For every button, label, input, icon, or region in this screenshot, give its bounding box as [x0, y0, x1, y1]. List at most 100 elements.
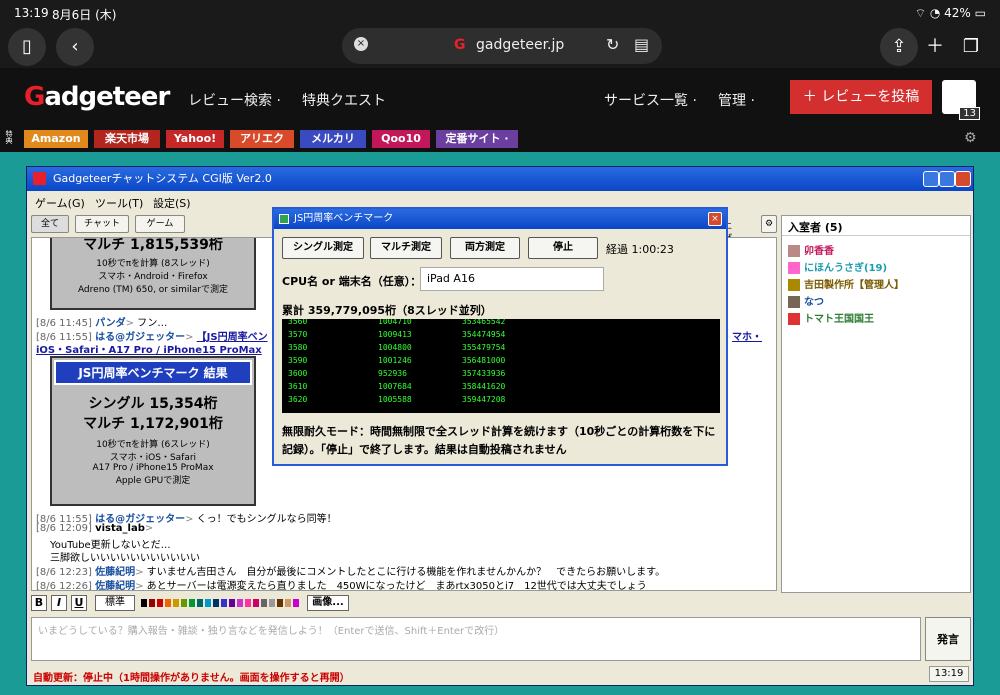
color-swatch[interactable] — [245, 599, 251, 607]
color-swatch[interactable] — [205, 599, 211, 607]
gear-icon[interactable]: ⚙ — [964, 130, 977, 146]
color-swatch[interactable] — [229, 599, 235, 607]
tabs-icon[interactable]: ❐ — [952, 28, 990, 66]
shop-standard[interactable]: 定番サイト · — [436, 130, 518, 148]
total-digits: 累計 359,779,095桁（8スレッド並列） — [282, 304, 492, 317]
post-review-button[interactable]: ＋ レビューを投稿 — [790, 80, 932, 114]
user-item[interactable]: トマト王国国王 — [788, 310, 874, 325]
color-swatch[interactable] — [173, 599, 179, 607]
notification-badge: 13 — [959, 107, 980, 120]
bold-button[interactable]: B — [31, 595, 47, 611]
color-swatch[interactable] — [253, 599, 259, 607]
site-logo[interactable]: Gadgeteer — [24, 82, 170, 112]
close-icon[interactable]: × — [708, 212, 722, 226]
font-size-select[interactable]: 標準 — [95, 595, 135, 611]
chat-message: [8/6 12:09] vista_lab> — [36, 523, 154, 534]
color-swatch[interactable] — [261, 599, 267, 607]
user-avatar-icon — [788, 296, 800, 308]
color-swatch[interactable] — [213, 599, 219, 607]
user-item[interactable]: なつ — [788, 293, 824, 308]
send-button[interactable]: 発言 — [925, 617, 971, 661]
share-icon[interactable]: ⇪ — [880, 28, 918, 66]
back-icon[interactable]: ‹ — [56, 28, 94, 66]
elapsed-time: 経過 1:00:23 — [606, 243, 674, 256]
stop-button[interactable]: 停止 — [528, 237, 598, 259]
color-swatch[interactable] — [165, 599, 171, 607]
benchmark-description: 無限耐久モード：時間無制限で全スレッド計算を続けます（10秒ごとの計算桁数を下に… — [282, 425, 716, 456]
color-swatch[interactable] — [221, 599, 227, 607]
new-tab-icon[interactable]: ＋ — [916, 28, 954, 66]
tab-chat[interactable]: チャット — [75, 215, 129, 233]
shop-rakuten[interactable]: 楽天市場 — [94, 130, 160, 148]
reload-icon[interactable]: ↻ — [606, 35, 619, 54]
tab-game[interactable]: ゲーム — [135, 215, 185, 233]
user-list-header: 入室者 (5) — [782, 216, 970, 236]
color-swatch[interactable] — [141, 599, 147, 607]
shop-amazon[interactable]: Amazon — [24, 130, 88, 148]
cpu-name-label: CPU名 or 端末名（任意）： — [282, 275, 422, 288]
color-swatch[interactable] — [157, 599, 163, 607]
italic-button[interactable]: I — [51, 595, 67, 611]
site-header: Gadgeteer レビュー検索 · 特典クエスト サービス一覧 · 管理 · … — [0, 68, 1000, 126]
nav-review-search[interactable]: レビュー検索 · — [188, 90, 281, 110]
benchmark-result-card[interactable]: JS円周率ベンチマーク 結果 シングル 15,354桁 マルチ 1,172,90… — [50, 356, 256, 506]
site-favicon: G — [454, 37, 466, 53]
shop-mercari[interactable]: メルカリ — [300, 130, 366, 148]
window-status-bar: 自動更新：停止中（1時間操作がありません。画面を操作すると再開） 13:19 — [27, 665, 973, 685]
shop-bar: 特典 Amazon 楽天市場 Yahoo! アリエク メルカリ Qoo10 定番… — [0, 126, 1000, 152]
color-swatch[interactable] — [181, 599, 187, 607]
both-test-button[interactable]: 両方測定 — [450, 237, 520, 259]
menu-tools[interactable]: ツール(T) — [95, 195, 143, 211]
status-battery: ⌔ ◔ 42% ▭ — [914, 6, 986, 20]
underline-button[interactable]: U — [71, 595, 87, 611]
nav-admin[interactable]: 管理 · — [718, 90, 755, 110]
auto-update-status: 自動更新：停止中（1時間操作がありません。画面を操作すると再開） — [33, 673, 350, 684]
settings-icon[interactable]: ⚙ — [761, 215, 777, 233]
color-swatch[interactable] — [237, 599, 243, 607]
minimize-icon[interactable] — [923, 171, 939, 187]
chat-message-line: 三脚欲しいいいいいいいいいいい — [50, 553, 200, 564]
shop-aliexpress[interactable]: アリエク — [230, 130, 294, 148]
chat-link[interactable]: iOS・Safari・A17 Pro / iPhone15 ProMax — [36, 341, 262, 356]
single-test-button[interactable]: シングル測定 — [282, 237, 364, 259]
chat-message: [8/6 12:23] 佐藤紀明> すいません吉田さん 自分が最後にコメントした… — [36, 567, 666, 578]
user-item[interactable]: にほんうさぎ(19) — [788, 259, 887, 274]
maximize-icon[interactable] — [939, 171, 955, 187]
chat-link-tail[interactable]: マホ・ — [732, 328, 762, 343]
benchmark-dialog: JS円周率ベンチマーク × シングル測定 マルチ測定 両方測定 停止 経過 1:0… — [272, 207, 728, 466]
status-date: 8月6日 (木) — [52, 8, 117, 22]
nav-services[interactable]: サービス一覧 · — [604, 90, 697, 110]
menu-game[interactable]: ゲーム(G) — [35, 195, 85, 211]
user-item[interactable]: 卯香香 — [788, 242, 834, 257]
tab-all[interactable]: 全て — [31, 215, 69, 233]
shop-yahoo[interactable]: Yahoo! — [166, 130, 224, 148]
sidebar-icon[interactable]: ▯ — [8, 28, 46, 66]
benchmark-dialog-title: JS円周率ベンチマーク × — [274, 209, 726, 229]
color-swatch[interactable] — [285, 599, 291, 607]
close-tab-icon[interactable]: × — [354, 37, 368, 51]
avatar[interactable]: 13 — [942, 80, 980, 120]
color-swatch[interactable] — [293, 599, 299, 607]
color-swatch[interactable] — [189, 599, 195, 607]
color-swatch[interactable] — [269, 599, 275, 607]
menu-settings[interactable]: 設定(S) — [153, 195, 191, 211]
image-button[interactable]: 画像... — [307, 595, 349, 611]
reader-icon[interactable]: ▤ — [634, 35, 649, 54]
shop-qoo10[interactable]: Qoo10 — [372, 130, 430, 148]
shop-side-label: 特典 — [5, 130, 13, 144]
address-bar[interactable]: × G gadgeteer.jp ↻ ▤ — [342, 28, 662, 64]
close-icon[interactable] — [955, 171, 971, 187]
nav-quest[interactable]: 特典クエスト — [302, 90, 386, 110]
user-avatar-icon — [788, 313, 800, 325]
cpu-name-input[interactable]: iPad A16 — [420, 267, 604, 291]
color-swatch[interactable] — [149, 599, 155, 607]
clock: 13:19 — [929, 666, 969, 682]
user-avatar-icon — [788, 245, 800, 257]
multi-test-button[interactable]: マルチ測定 — [370, 237, 442, 259]
message-input[interactable]: いまどうしている？購入報告・雑談・独り言などを発信しよう！（Enterで送信、S… — [31, 617, 921, 661]
user-item[interactable]: 吉田製作所【管理人】 — [788, 276, 904, 291]
browser-toolbar: ▯ ‹ × G gadgeteer.jp ↻ ▤ ⇪ ＋ ❐ — [0, 26, 1000, 68]
color-swatch[interactable] — [197, 599, 203, 607]
color-swatch[interactable] — [277, 599, 283, 607]
benchmark-icon — [279, 214, 289, 224]
